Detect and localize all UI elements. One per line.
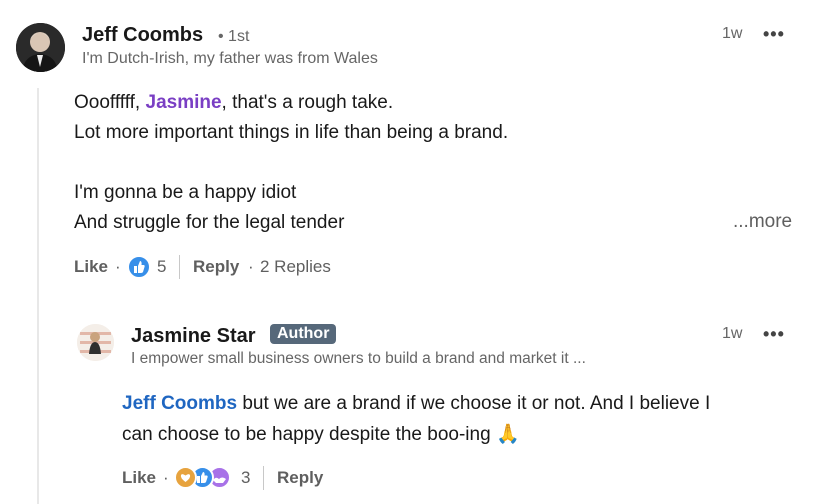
reply-timestamp: 1w (722, 325, 743, 342)
comment-text: Ooofffff, (74, 92, 146, 113)
reply-text: but we are a brand if we choose it or no… (237, 393, 711, 414)
celebrate-reaction-icon[interactable] (174, 466, 197, 489)
comment-text: Lot more important things in life than b… (74, 122, 509, 143)
separator: · (163, 468, 169, 487)
divider (263, 466, 264, 490)
like-button[interactable]: Like (74, 257, 108, 277)
comment-text: And struggle for the legal tender (74, 212, 345, 233)
reaction-count[interactable]: 5 (157, 257, 166, 277)
replies-link[interactable]: 2 Replies (260, 257, 331, 277)
more-horizontal-icon[interactable]: ••• (763, 325, 785, 343)
more-horizontal-icon[interactable]: ••• (763, 25, 785, 43)
separator: · (248, 257, 254, 276)
avatar-jeff-coombs[interactable] (16, 23, 65, 72)
comment-author-name[interactable]: Jeff Coombs (82, 24, 203, 47)
author-badge: Author (270, 324, 337, 344)
mention-jasmine[interactable]: Jasmine (146, 92, 222, 113)
mention-jeff-coombs[interactable]: Jeff Coombs (122, 393, 237, 414)
reaction-count[interactable]: 3 (241, 468, 250, 488)
comment-author-headline: I'm Dutch-Irish, my father was from Wale… (82, 50, 378, 67)
praying-hands-emoji: 🙏 (495, 423, 520, 445)
reply-button[interactable]: Reply (277, 468, 323, 488)
like-button[interactable]: Like (122, 468, 156, 488)
divider (179, 255, 180, 279)
see-more-link[interactable]: ...more (733, 211, 792, 233)
separator: · (115, 257, 121, 276)
avatar-jasmine-star[interactable] (77, 324, 114, 361)
reply-text: can choose to be happy despite the boo-i… (122, 424, 491, 445)
comment-body: Ooofffff, Jasmine, that's a rough take. … (74, 88, 508, 238)
like-reaction-icon[interactable] (127, 255, 151, 279)
connection-degree: • 1st (218, 28, 250, 45)
reply-body: Jeff Coombs but we are a brand if we cho… (122, 389, 710, 450)
comment-timestamp: 1w (722, 25, 743, 42)
reply-author-headline: I empower small business owners to build… (131, 350, 586, 367)
reply-author-name[interactable]: Jasmine Star (131, 325, 256, 348)
reply-button[interactable]: Reply (193, 257, 239, 277)
thread-line (37, 88, 39, 504)
comment-text: , that's a rough take. (221, 92, 394, 113)
comment-text: I'm gonna be a happy idiot (74, 182, 297, 203)
